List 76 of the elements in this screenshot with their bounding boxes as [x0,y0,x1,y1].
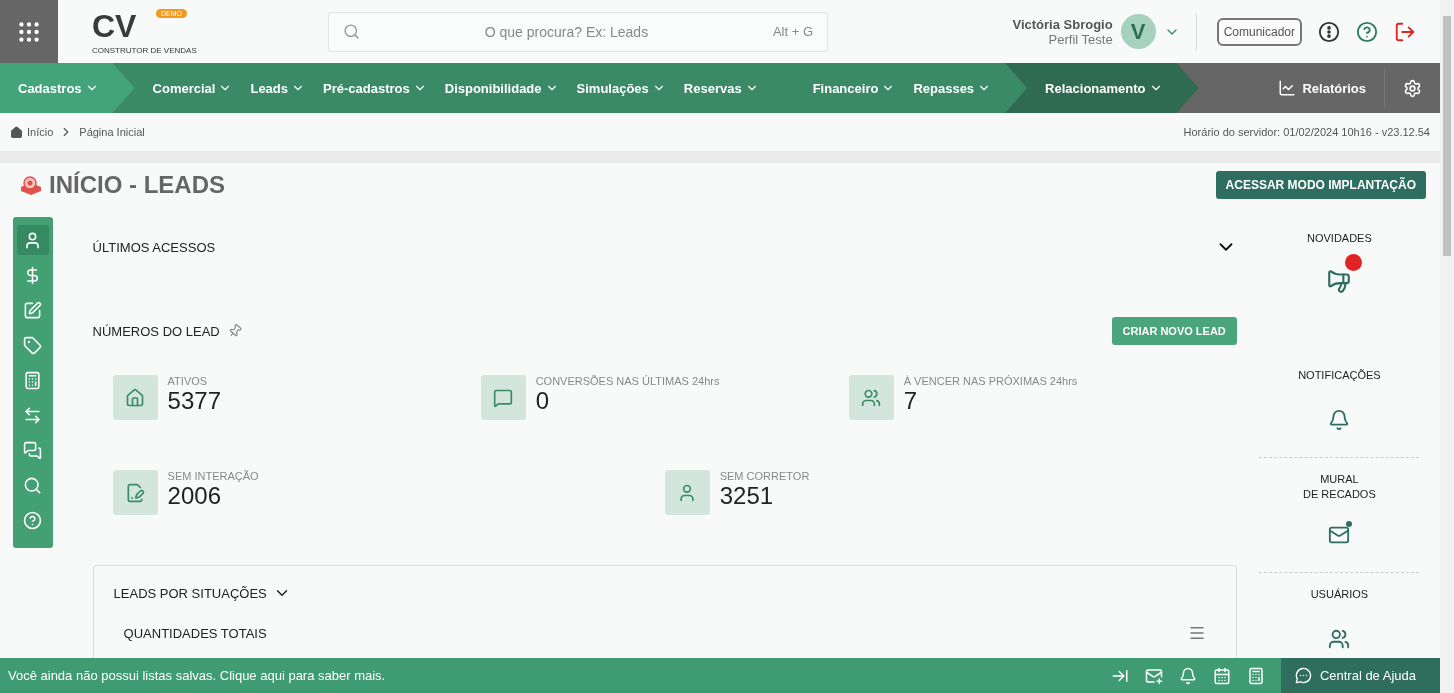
line-chart-icon[interactable] [1278,79,1297,97]
create-lead-button[interactable]: CRIAR NOVO LEAD [1111,317,1237,345]
stat-value: 0 [535,387,550,415]
nav-menu-item[interactable]: Repasses [913,80,992,96]
section-title: NÚMEROS DO LEAD [92,323,220,339]
tag-icon[interactable] [23,335,43,355]
user-profile: Perfil Teste [1048,31,1113,47]
logo-mark: CV [92,7,137,44]
section-title: ÚLTIMOS ACESSOS [92,239,216,255]
panel-label: USUÁRIOS [1310,587,1369,602]
house-icon [125,387,146,408]
chat-icon[interactable] [23,440,43,460]
nav-menu-item[interactable]: Disponibilidade [444,80,559,96]
stat-value: 5377 [167,387,221,415]
stat-value: 2006 [167,482,222,510]
stat-value: 3251 [719,482,775,510]
transfer-icon[interactable] [23,405,43,425]
avatar[interactable]: V [1120,14,1156,49]
section-toggle[interactable]: LEADS POR SITUAÇÕES [113,584,291,602]
panel-label: NOTIFICAÇÕES [1298,368,1381,383]
help-center-button[interactable]: Central de Ajuda [1280,658,1440,693]
breadcrumb-link[interactable]: Página Inicial [79,126,145,138]
scrollbar[interactable] [1440,0,1454,693]
stat-value: 7 [903,387,919,415]
edit-icon[interactable] [23,300,43,320]
nav-menu-item[interactable]: Leads [250,80,306,96]
nav-menu-item[interactable]: Financeiro [812,80,896,96]
calendar-icon[interactable] [1212,666,1231,685]
saved-lists-link[interactable]: Você ainda não possui listas salvas. Clique aqui para saber mais. [0,668,386,683]
people-icon [861,387,882,408]
menu-icon[interactable] [1187,624,1206,642]
target-icon [19,174,43,196]
stat-label: À VENCER NAS PRÓXIMAS 24hrs [903,375,1078,387]
stat-label: SEM CORRETOR [719,470,810,482]
stat-label: ATIVOS [167,375,209,387]
mail-icon[interactable] [1144,666,1163,685]
panel-label: MURAL DE RECADOS [1303,472,1376,502]
logo-tagline: CONSTRUTOR DE VENDAS [92,44,197,56]
settings-icon[interactable] [1403,78,1422,98]
reports-link[interactable]: Relatórios [1260,68,1385,108]
bell-icon[interactable] [1178,666,1197,685]
nav-menu-item[interactable]: Comercial [152,80,233,96]
nav-menu-item[interactable]: Relacionamento [1045,80,1163,96]
nav-menu-item[interactable]: Simulações [576,80,666,96]
nav-menu-item[interactable]: Cadastros [18,80,99,96]
sidebar-button[interactable] [16,225,49,255]
apps-menu-button[interactable] [0,0,58,63]
chat-icon [493,387,514,408]
bell-icon[interactable] [1328,409,1351,431]
search-input[interactable]: O que procura? Ex: Leads [360,22,773,41]
logout-icon[interactable] [1394,20,1416,43]
calculator-icon[interactable] [1246,666,1265,685]
panel-label: NOVIDADES [1307,231,1372,246]
subsection-title: QUANTIDADES TOTAIS [123,625,267,641]
nav-menu-item[interactable]: Pré-cadastros [323,80,427,96]
stat-label: SEM INTERAÇÃO [167,470,259,482]
breadcrumb-link[interactable]: Início [10,125,54,139]
page-title: INÍCIO - LEADS [49,171,225,199]
users-icon[interactable] [1328,628,1351,650]
home-icon[interactable] [10,125,23,139]
help-icon[interactable] [1356,20,1378,43]
megaphone-icon[interactable] [1326,268,1353,294]
nav-menu-item[interactable]: Reservas [683,80,759,96]
server-time: Horário do servidor: 01/02/2024 10h16 - v23.12.54 [1183,126,1430,138]
search-icon[interactable] [343,23,360,40]
implantation-mode-button[interactable]: ACESSAR MODO IMPLANTAÇÃO [1215,171,1426,199]
shortcut-hint: Alt + G [772,24,813,39]
document-icon [125,482,146,503]
user-name: Victória Sbrogio [1012,16,1113,32]
stat-label: CONVERSÕES NAS ÚLTIMAS 24hrs [535,375,720,387]
chat-icon[interactable] [1294,667,1312,684]
mail-icon[interactable] [1328,524,1351,546]
search-icon[interactable] [23,475,43,495]
communicator-button[interactable]: Comunicador [1216,17,1302,46]
search-field[interactable]: O que procura? Ex: Leads Alt + G [328,11,828,52]
more-options-icon[interactable] [1318,20,1340,43]
